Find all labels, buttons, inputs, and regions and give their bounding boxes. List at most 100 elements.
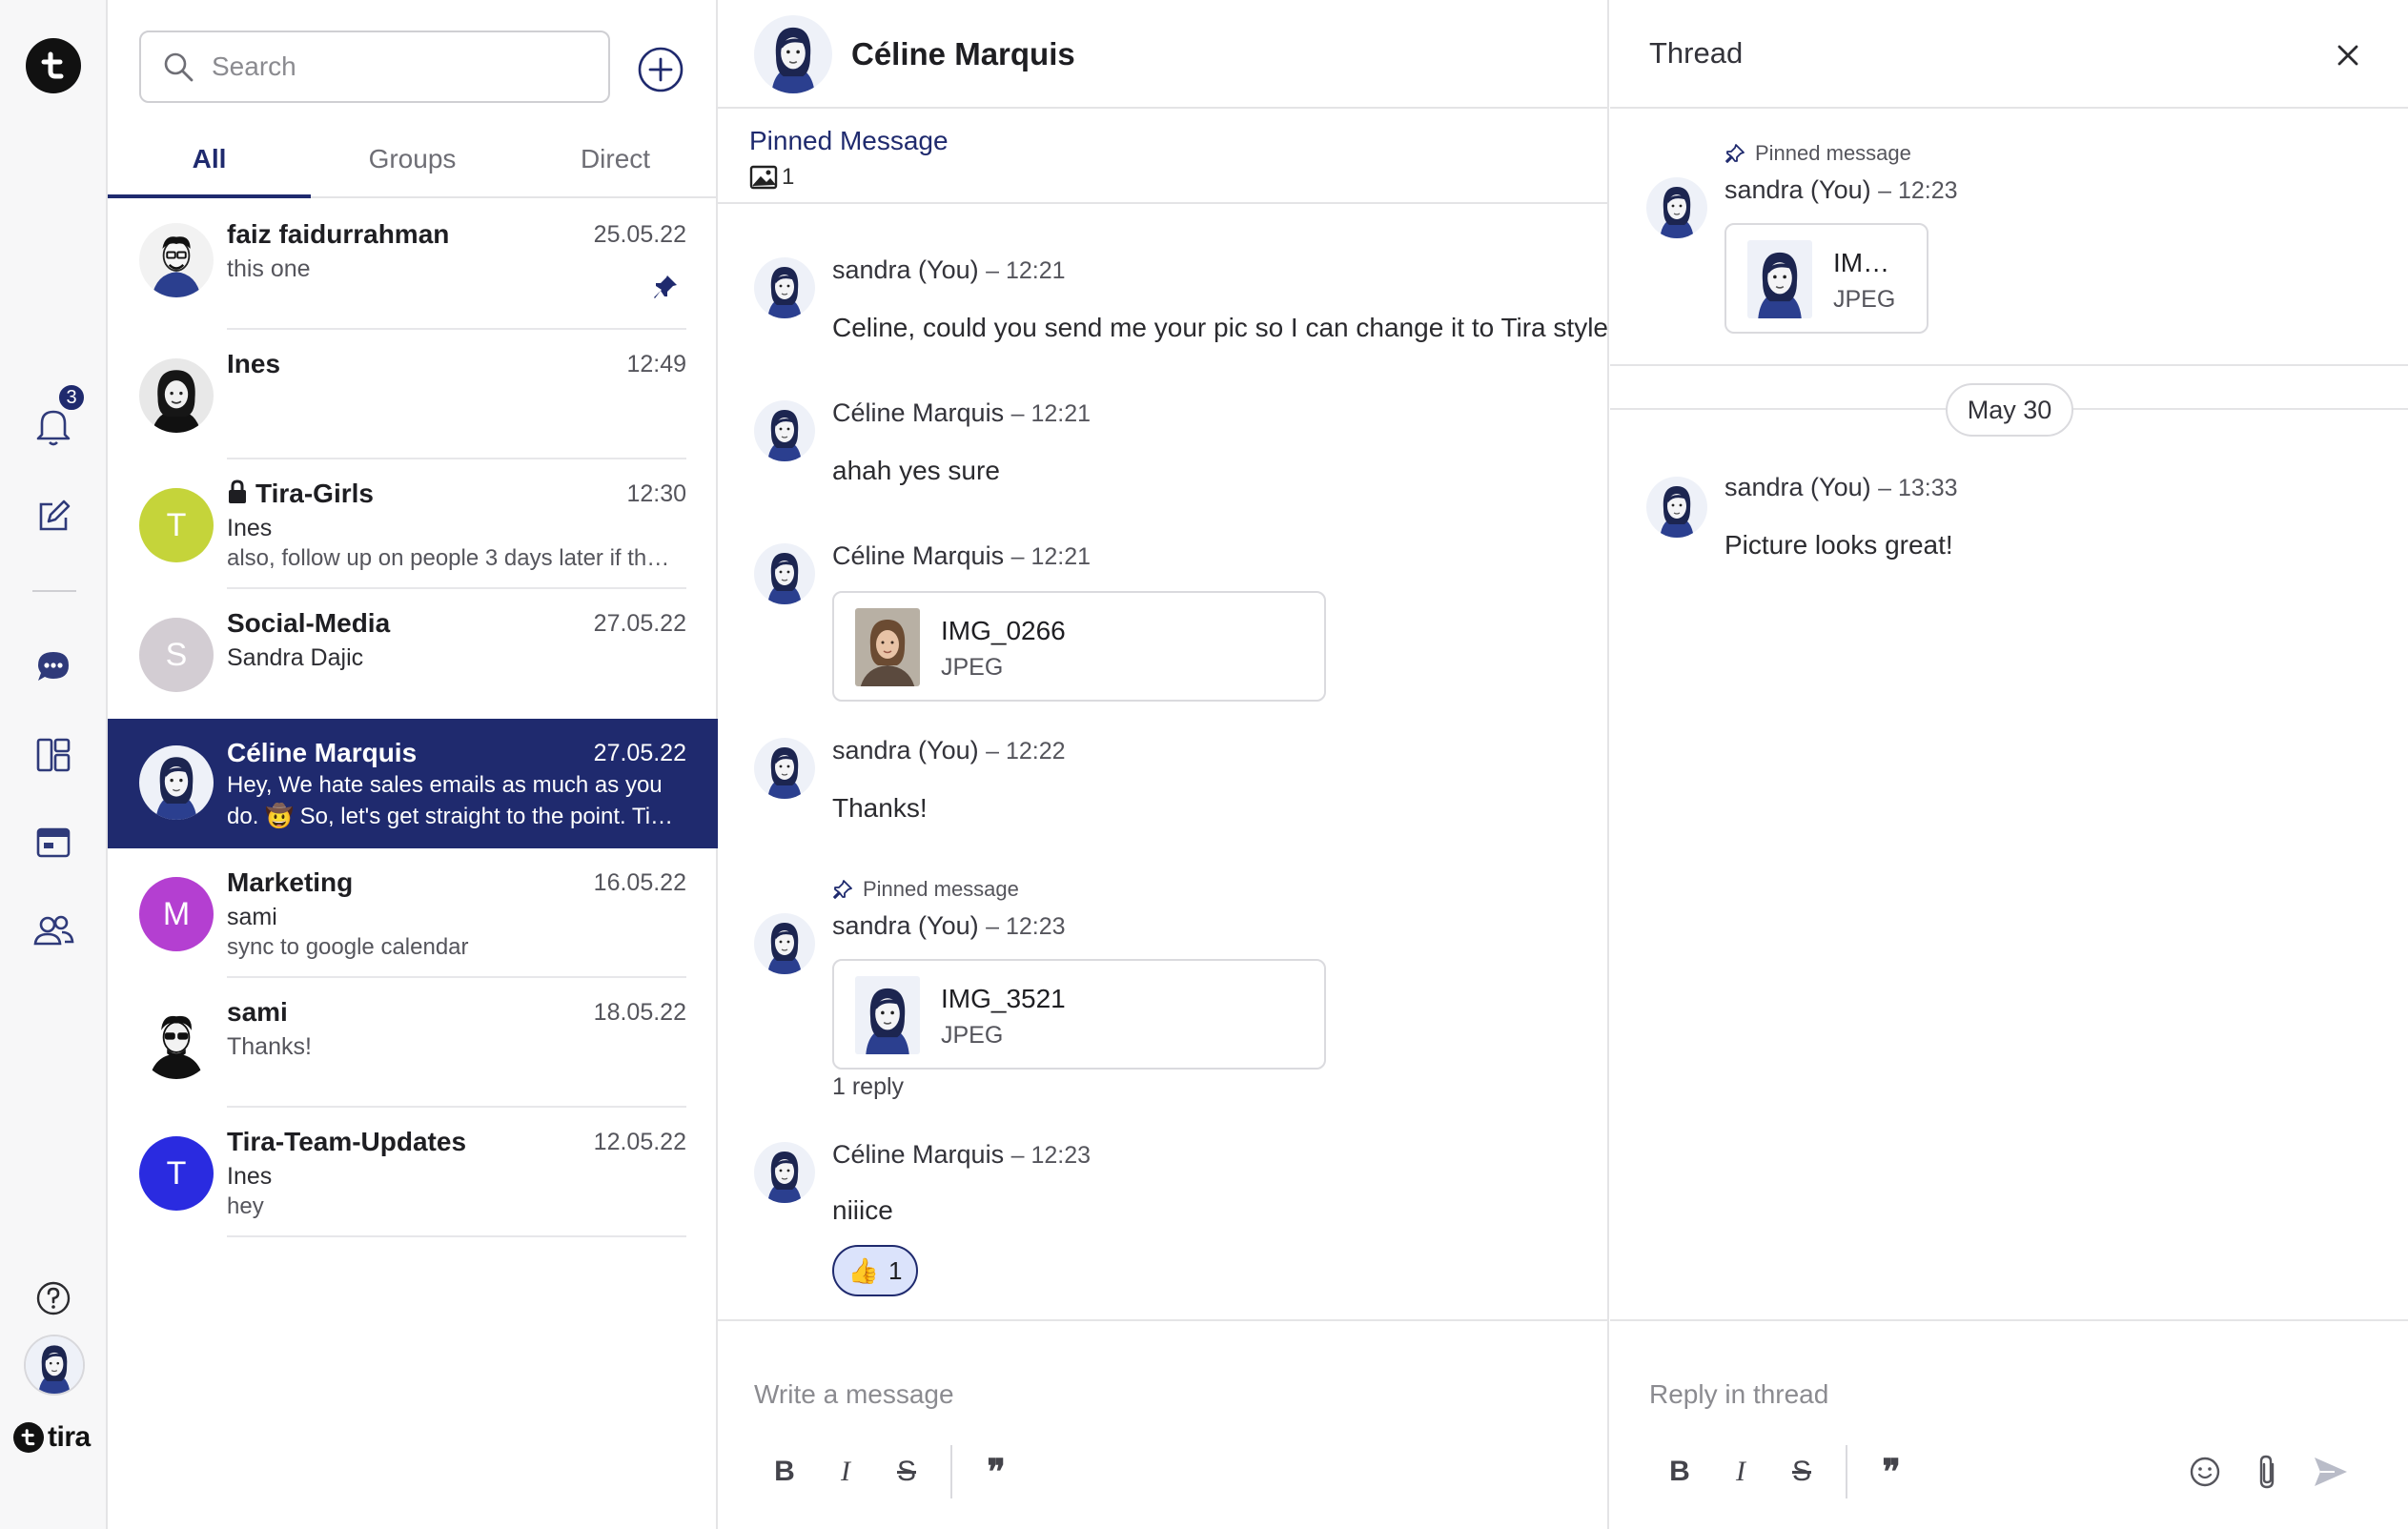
conversation-row-marketing[interactable]: M Marketing 16.05.22 sami sync to google…	[108, 848, 718, 978]
bold-button[interactable]: B	[754, 1443, 815, 1500]
message-author[interactable]: Céline Marquis	[832, 541, 1004, 570]
calendar-button[interactable]	[25, 814, 82, 871]
avatar	[139, 223, 214, 297]
conversation-tabs: All Groups Direct	[108, 122, 718, 198]
send-icon	[2315, 1458, 2347, 1486]
conversation-row-sami[interactable]: sami 18.05.22 Thanks!	[108, 978, 718, 1108]
message-header: sandra (You) – 12:23	[832, 911, 1066, 941]
avatar: M	[139, 877, 214, 951]
new-conversation-button[interactable]	[637, 46, 684, 93]
pin-icon	[654, 275, 677, 298]
thread-reply-text: Picture looks great!	[1724, 530, 1953, 560]
avatar: T	[139, 1136, 214, 1211]
message-author[interactable]: sandra (You)	[832, 255, 979, 284]
message-avatar	[754, 1142, 815, 1203]
file-attachment[interactable]: IMG_3521 JPEG	[832, 959, 1326, 1070]
thread-pinned-label-text: Pinned message	[1755, 141, 1911, 165]
conversation-sender: Ines	[227, 1163, 273, 1190]
conversation-row-tira-girls[interactable]: T Tira-Girls 12:30 Ines also, follow up …	[108, 459, 718, 589]
search-box[interactable]	[139, 31, 610, 103]
conversation-row-social-media[interactable]: S Social-Media 27.05.22 Sandra Dajic	[108, 589, 718, 719]
strikethrough-button[interactable]: S	[876, 1443, 937, 1500]
conversation-row-ines[interactable]: Ines 12:49	[108, 330, 718, 459]
message-time: – 12:21	[986, 257, 1066, 284]
message[interactable]: Céline Marquis – 12:21 IMG_0266 JPEG	[718, 538, 1609, 709]
conversation-date: 27.05.22	[593, 740, 686, 766]
bold-icon: B	[1669, 1456, 1690, 1487]
message-author[interactable]: sandra (You)	[832, 736, 979, 764]
thread-root-author[interactable]: sandra (You)	[1724, 175, 1871, 204]
compose-button[interactable]	[25, 488, 82, 545]
chats-button[interactable]	[25, 639, 82, 696]
message-author[interactable]: Céline Marquis	[832, 398, 1004, 427]
app-rail: 3 tira	[0, 0, 108, 1529]
close-thread-button[interactable]	[2329, 36, 2367, 74]
thread-panel: Thread Pinned message sandra (You) – 12:…	[1610, 0, 2408, 1529]
pinned-count-value: 1	[782, 164, 795, 190]
strikethrough-button[interactable]: S	[1771, 1443, 1832, 1500]
date-divider: May 30	[1946, 383, 2073, 437]
italic-button[interactable]: I	[815, 1443, 876, 1500]
boards-button[interactable]	[25, 726, 82, 784]
send-button[interactable]	[2308, 1443, 2354, 1500]
attach-button[interactable]	[2245, 1443, 2291, 1500]
message[interactable]: Céline Marquis – 12:23 niiice 👍 1	[718, 1136, 1609, 1308]
message[interactable]: Céline Marquis – 12:21 ahah yes sure	[718, 395, 1609, 499]
bold-button[interactable]: B	[1649, 1443, 1710, 1500]
message-avatar	[754, 543, 815, 604]
tab-all[interactable]: All	[108, 122, 311, 198]
thread-root-header: sandra (You) – 12:23	[1724, 175, 1958, 205]
conversation-row-faiz[interactable]: faiz faidurrahman 25.05.22 this one	[108, 200, 718, 330]
close-icon	[2337, 45, 2358, 66]
conversation-name: faiz faidurrahman	[227, 219, 450, 249]
message-header: Céline Marquis – 12:21	[832, 541, 1091, 571]
message-time: – 12:21	[1010, 543, 1092, 570]
message[interactable]: sandra (You) – 12:21 Celine, could you s…	[718, 252, 1609, 366]
tab-groups[interactable]: Groups	[311, 122, 514, 196]
search-input[interactable]	[212, 51, 593, 82]
thread-reply-count[interactable]: 1 reply	[832, 1073, 904, 1101]
quote-button[interactable]: ❞	[1861, 1443, 1922, 1500]
emoji-button[interactable]	[2182, 1443, 2228, 1500]
help-button[interactable]	[25, 1270, 82, 1327]
conversation-list-panel: All Groups Direct faiz faidurrahman 25.0…	[108, 0, 718, 1529]
pinned-message-bar[interactable]: Pinned Message 1	[718, 109, 1609, 204]
file-name: IM…	[1833, 248, 1890, 277]
thread-file-attachment[interactable]: IM… JPEG	[1724, 223, 1928, 334]
pinned-message-label: Pinned message	[832, 877, 1019, 902]
message[interactable]: sandra (You) – 12:22 Thanks!	[718, 732, 1609, 837]
thread-reply-input[interactable]	[1649, 1371, 2374, 1418]
contact-name[interactable]: Céline Marquis	[851, 36, 1075, 72]
tab-direct[interactable]: Direct	[514, 122, 717, 196]
row-divider	[227, 1235, 686, 1237]
contact-avatar[interactable]	[754, 15, 832, 93]
message-input[interactable]	[754, 1371, 1574, 1418]
conversation-name: Tira-Team-Updates	[227, 1127, 467, 1156]
reaction-thumbs-up[interactable]: 👍 1	[832, 1245, 918, 1296]
message-time: – 12:22	[986, 738, 1066, 764]
thread-reply-author[interactable]: sandra (You)	[1724, 473, 1871, 501]
conversation-sender: Sandra Dajic	[227, 644, 364, 671]
current-user-avatar[interactable]	[24, 1335, 85, 1396]
tira-brand-icon	[13, 1422, 44, 1453]
file-name: IMG_0266	[941, 616, 1066, 645]
quote-button[interactable]: ❞	[966, 1443, 1027, 1500]
message-time: – 12:21	[1010, 400, 1092, 427]
message-author[interactable]: Céline Marquis	[832, 1140, 1004, 1169]
thread-composer-actions	[2182, 1443, 2354, 1500]
file-type: JPEG	[1833, 286, 1896, 313]
file-attachment[interactable]: IMG_0266 JPEG	[832, 591, 1326, 702]
message-author[interactable]: sandra (You)	[832, 911, 979, 940]
tira-logo-icon[interactable]	[26, 38, 81, 93]
message-text: Thanks!	[832, 793, 928, 823]
conversation-name-text: Tira-Girls	[255, 479, 374, 508]
people-button[interactable]	[25, 902, 82, 959]
conversation-row-tira-team-updates[interactable]: T Tira-Team-Updates 12.05.22 Ines hey	[108, 1108, 718, 1237]
italic-button[interactable]: I	[1710, 1443, 1771, 1500]
conversation-date: 25.05.22	[593, 221, 686, 248]
pinned-message[interactable]: Pinned message sandra (You) – 12:23 IMG_…	[718, 873, 1609, 1102]
conversation-panel: Céline Marquis Pinned Message 1 sandra (…	[718, 0, 1609, 1529]
pinned-label-text: Pinned message	[863, 877, 1019, 901]
avatar	[139, 1005, 214, 1079]
conversation-row-celine[interactable]: Céline Marquis 27.05.22 Hey, We hate sal…	[108, 719, 718, 848]
